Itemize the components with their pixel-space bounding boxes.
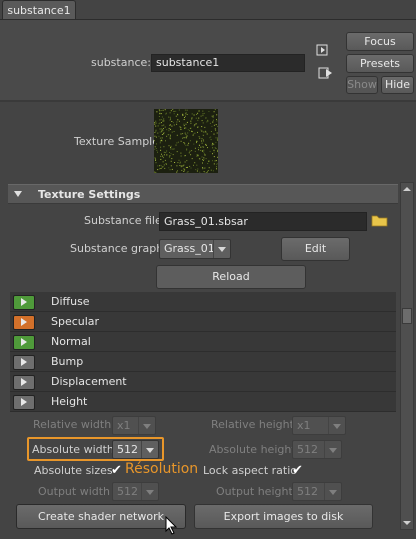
output-label: Height [51,395,88,408]
relative-height-value: x1 [297,419,311,432]
relative-width-dropdown[interactable]: x1 [112,416,156,435]
grey-play-icon[interactable] [13,375,35,390]
edit-button[interactable]: Edit [281,237,350,261]
tab-substance1[interactable]: substance1 [2,0,76,20]
reload-button[interactable]: Reload [156,265,306,289]
output-row-height[interactable]: Height [10,392,396,412]
output-width-label: Output width [38,485,111,498]
substance-graph-dropdown[interactable]: Grass_01 [159,239,231,259]
chevron-down-icon [138,417,155,434]
absolute-height-dropdown[interactable]: 512 [292,440,342,459]
substance-graph-label: Substance graph [70,242,164,255]
output-row-diffuse[interactable]: Diffuse [10,292,396,312]
absolute-width-dropdown[interactable]: 512 [112,440,159,459]
vertical-scrollbar[interactable] [400,182,414,530]
grass-texture-image [154,109,219,174]
output-width-value: 512 [117,485,138,498]
chevron-down-icon [141,441,158,458]
collapse-triangle-icon[interactable] [14,191,22,197]
header-divider [0,100,416,102]
chevron-down-icon [213,240,230,258]
green-play-icon[interactable] [13,335,35,350]
outputs-list: Diffuse Specular Normal Bump Displacemen… [10,292,396,412]
absolute-sizes-label: Absolute sizes [34,464,113,477]
input-connection-icon[interactable] [316,44,330,56]
output-label: Bump [51,355,84,368]
absolute-height-label: Absolute height [209,443,296,456]
output-height-dropdown[interactable]: 512 [292,482,342,501]
output-row-displacement[interactable]: Displacement [10,372,396,392]
relative-width-value: x1 [117,419,131,432]
presets-button[interactable]: Presets [346,54,414,73]
texture-settings-title: Texture Settings [38,188,141,201]
output-row-normal[interactable]: Normal [10,332,396,352]
substance-graph-value: Grass_01 [164,242,215,255]
hide-button[interactable]: Hide [381,76,414,94]
export-images-button[interactable]: Export images to disk [194,504,373,529]
substance-file-field[interactable]: Grass_01.sbsar [159,212,367,231]
substance-name-field[interactable]: substance1 [151,54,305,72]
texture-sample-preview [154,109,219,174]
output-label: Specular [51,315,100,328]
output-row-specular[interactable]: Specular [10,312,396,332]
texture-sample-label: Texture Sample [74,135,160,148]
output-label: Diffuse [51,295,90,308]
chevron-down-icon [328,417,345,434]
mouse-cursor-icon [165,515,179,536]
relative-height-dropdown[interactable]: x1 [292,416,346,435]
chevron-down-icon [324,483,341,500]
scroll-thumb[interactable] [402,308,412,324]
grey-play-icon[interactable] [13,395,35,410]
folder-icon[interactable] [371,212,389,228]
relative-width-label: Relative width [33,418,112,431]
texture-settings-header[interactable]: Texture Settings [8,184,398,204]
output-height-value: 512 [297,485,318,498]
lock-aspect-ratio-checkbox[interactable]: ✔ [292,464,304,477]
orange-play-icon[interactable] [13,315,35,330]
chevron-down-icon [141,483,158,500]
create-shader-network-button[interactable]: Create shader network [16,504,186,529]
output-height-label: Output height [216,485,293,498]
substance-file-label: Substance file [84,214,162,227]
relative-height-label: Relative height [211,418,294,431]
focus-button[interactable]: Focus [346,32,414,51]
resolution-annotation: Résolution [125,461,199,477]
absolute-sizes-checkbox[interactable]: ✔ [111,464,123,477]
substance-label: substance: [91,56,151,69]
chevron-down-icon [324,441,341,458]
output-width-dropdown[interactable]: 512 [112,482,159,501]
output-row-bump[interactable]: Bump [10,352,396,372]
output-label: Normal [51,335,91,348]
scroll-down-arrow-icon[interactable] [401,517,413,529]
output-label: Displacement [51,375,127,388]
grey-play-icon[interactable] [13,355,35,370]
absolute-height-value: 512 [297,443,318,456]
absolute-width-label: Absolute width [32,443,114,456]
scroll-up-arrow-icon[interactable] [401,183,413,195]
green-play-icon[interactable] [13,295,35,310]
show-button[interactable]: Show [346,76,378,94]
absolute-width-value: 512 [117,443,138,456]
output-connection-icon[interactable] [318,67,334,79]
lock-aspect-ratio-label: Lock aspect ratio [203,464,298,477]
